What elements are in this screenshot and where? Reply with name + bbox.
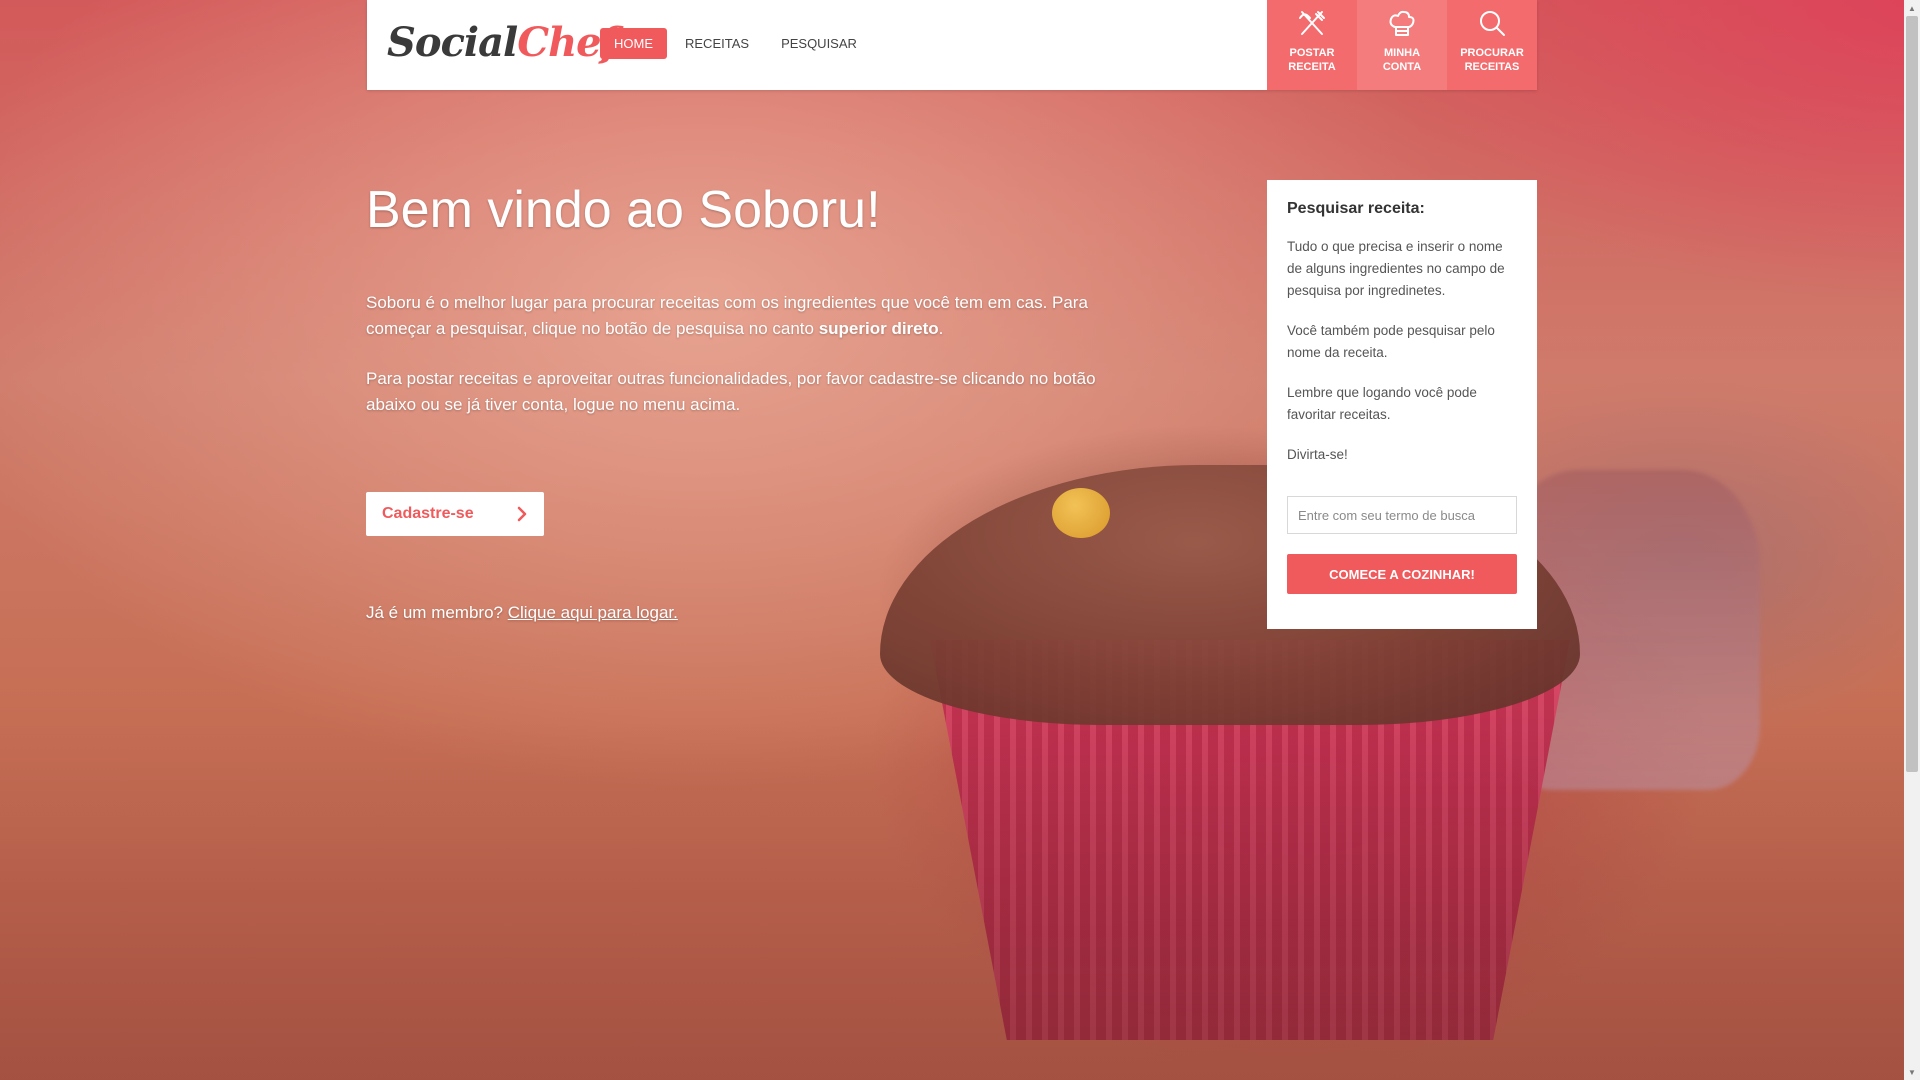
search-panel-text-1: Tudo o que precisa e inserir o nome de a… [1287, 239, 1505, 298]
scrollbar[interactable]: ▲ ▼ [1904, 0, 1920, 1080]
search-panel-text-2: Você também pode pesquisar pelo nome da … [1287, 323, 1495, 360]
search-panel-text-3: Lembre que logando você pode favoritar r… [1287, 385, 1477, 422]
login-link[interactable]: Clique aqui para logar. [508, 603, 678, 622]
search-panel: Pesquisar receita: Tudo o que precisa e … [1267, 180, 1537, 629]
search-recipes-line1: PROCURAR [1460, 47, 1524, 59]
quick-links: POSTAR RECEITA MINHA CONTA PROCURAR RECE… [1267, 0, 1537, 90]
my-account-line2: CONTA [1382, 61, 1422, 73]
member-login-prompt: Já é um membro? Clique aqui para logar. [366, 603, 678, 623]
hero: Bem vindo ao Soboru! Soboru é o melhor l… [366, 170, 1106, 418]
my-account-line1: MINHA [1383, 47, 1421, 59]
hero-intro-paragraph: Soboru é o melhor lugar para procurar re… [366, 290, 1106, 342]
search-recipes-line2: RECEITAS [1464, 61, 1520, 73]
my-account-button[interactable]: MINHA CONTA [1357, 0, 1447, 90]
nav-pesquisar[interactable]: PESQUISAR [767, 28, 871, 59]
search-input[interactable] [1287, 496, 1517, 534]
logo-text-social: Social [387, 19, 518, 66]
nav-home[interactable]: HOME [600, 28, 667, 59]
search-panel-title: Pesquisar receita: [1287, 200, 1425, 217]
candy-topping [1052, 488, 1110, 538]
page: SocialChef HOME RECEITAS PESQUISAR POSTA [0, 0, 1920, 1080]
signup-button[interactable]: Cadastre-se [366, 492, 544, 536]
nav-receitas[interactable]: RECEITAS [671, 28, 763, 59]
search-panel-text-4: Divirta-se! [1287, 447, 1348, 462]
site-header: SocialChef HOME RECEITAS PESQUISAR POSTA [367, 0, 1537, 90]
hero-title: Bem vindo ao Soboru! [366, 181, 881, 239]
site-logo[interactable]: SocialChef [387, 18, 618, 68]
chef-hat-icon [1389, 10, 1415, 36]
scroll-down-arrow-icon[interactable]: ▼ [1904, 1064, 1920, 1080]
hero-intro-text: Soboru é o melhor lugar para procurar re… [366, 293, 1088, 338]
search-icon [1480, 11, 1505, 36]
hero-intro-end: . [938, 319, 944, 338]
scroll-up-arrow-icon[interactable]: ▲ [1904, 0, 1920, 16]
signup-label: Cadastre-se [382, 505, 474, 522]
start-cooking-button[interactable]: COMECE A COZINHAR! [1287, 554, 1517, 594]
chevron-right-icon [517, 506, 527, 522]
fork-knife-icon [1299, 11, 1325, 35]
post-recipe-button[interactable]: POSTAR RECEITA [1267, 0, 1357, 90]
search-recipes-button[interactable]: PROCURAR RECEITAS [1447, 0, 1537, 90]
hero-signup-paragraph: Para postar receitas e aproveitar outras… [366, 369, 1096, 414]
post-recipe-line1: POSTAR [1289, 47, 1335, 59]
post-recipe-line2: RECEITA [1288, 61, 1336, 73]
main-nav: HOME RECEITAS PESQUISAR [600, 28, 871, 59]
member-text: Já é um membro? [366, 603, 508, 622]
table-surface [0, 720, 1920, 1080]
scrollbar-thumb[interactable] [1906, 16, 1918, 772]
hero-intro-bold: superior direto [818, 319, 939, 338]
